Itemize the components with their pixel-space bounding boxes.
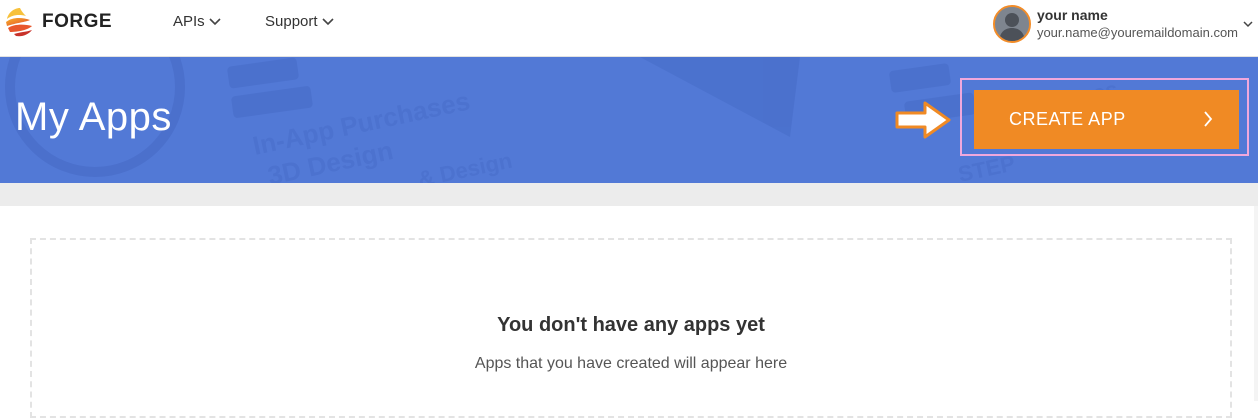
brand-name: FORGE: [42, 11, 113, 32]
user-avatar-icon: [992, 5, 1031, 43]
page-title: My Apps: [15, 95, 172, 139]
user-email: your.name@youremaildomain.com: [1036, 25, 1238, 40]
chevron-down-icon[interactable]: [1243, 15, 1253, 33]
nav-item-support[interactable]: Support: [265, 13, 334, 30]
user-name: your name: [1036, 7, 1108, 23]
nav-item-apis[interactable]: APIs: [173, 13, 221, 30]
svg-text:& Design: & Design: [416, 148, 514, 183]
top-navigation: FORGE APIs Support your name your.name@y…: [0, 0, 1258, 57]
brand-logo[interactable]: FORGE: [4, 6, 112, 38]
forge-logo-icon: [4, 6, 36, 38]
user-menu[interactable]: your name your.name@youremaildomain.com: [992, 2, 1253, 46]
chevron-right-icon: [1203, 111, 1213, 132]
chevron-down-icon: [321, 13, 334, 30]
nav-item-label: Support: [265, 13, 318, 30]
scrollbar[interactable]: [1254, 206, 1258, 401]
arrow-right-outline-icon: [895, 100, 953, 145]
create-app-button-label: CREATE APP: [1009, 109, 1126, 129]
chevron-down-icon: [209, 13, 221, 30]
apps-panel: You don't have any apps yet Apps that yo…: [0, 206, 1258, 418]
empty-state-title: You don't have any apps yet: [497, 314, 765, 336]
page-banner: In-App Purchases 3D Design & Design Purc…: [0, 57, 1258, 183]
empty-state-subtitle: Apps that you have created will appear h…: [474, 355, 788, 372]
nav-item-label: APIs: [173, 13, 205, 30]
create-app-button[interactable]: CREATE APP: [974, 90, 1239, 149]
